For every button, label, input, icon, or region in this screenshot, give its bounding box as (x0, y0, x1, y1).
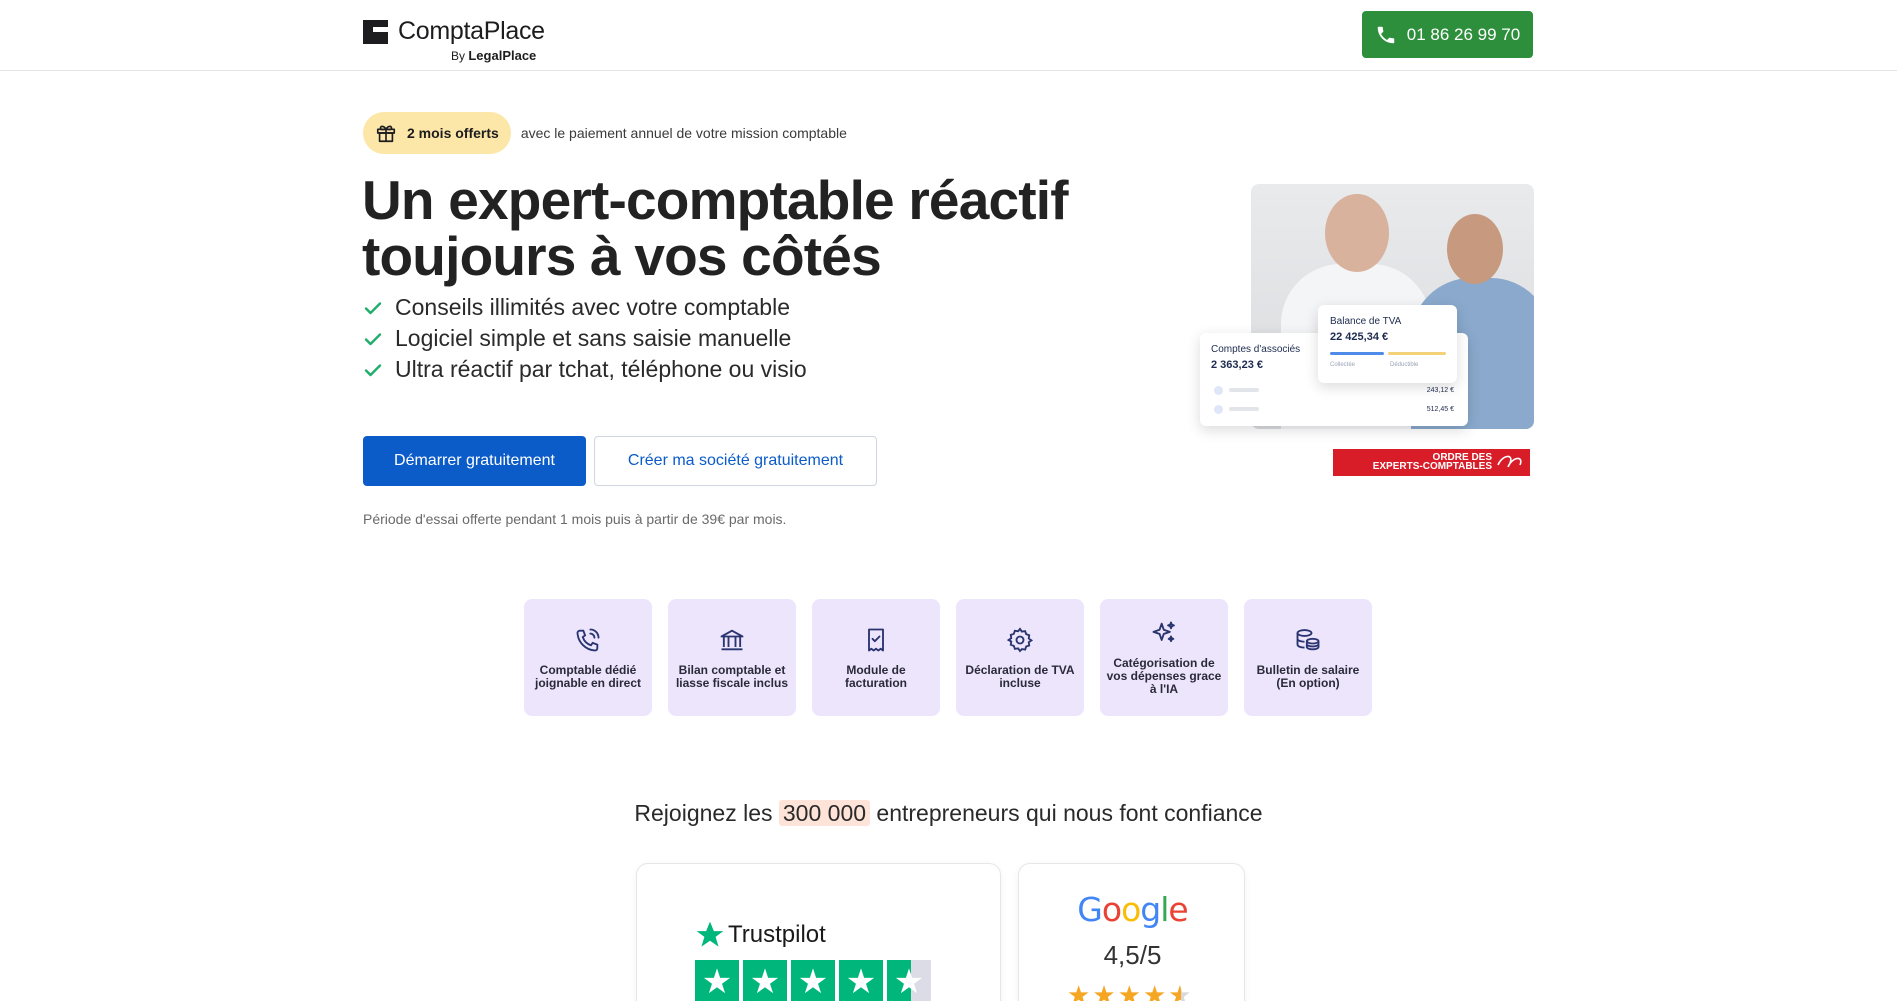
bank-icon (720, 629, 744, 650)
receipt-icon (868, 628, 884, 651)
features-row: Comptable dédié joignable en direct Bila… (524, 599, 1372, 716)
trustpilot-logo: Trustpilot (694, 919, 826, 951)
check-icon (364, 332, 382, 345)
create-company-button[interactable]: Créer ma société gratuitement (594, 436, 877, 486)
gift-icon (376, 125, 396, 143)
comptaplace-logo[interactable]: ComptaPlace By LegalPlace (363, 17, 545, 63)
parent-brand: LegalPlace (468, 48, 537, 63)
logo-mark-icon (363, 19, 388, 44)
star-icon: ★ (695, 960, 739, 1001)
brand-byline: By LegalPlace (451, 48, 537, 63)
phone-icon (1377, 26, 1395, 43)
trustpilot-card[interactable]: Trustpilot ★ ★ ★ ★ ★ (636, 863, 1001, 1001)
promo-badge: 2 mois offerts (363, 112, 511, 154)
gear-icon (1006, 626, 1034, 653)
star-icon: ★ (1067, 980, 1093, 1001)
check-icon (364, 363, 382, 376)
benefits-list: Conseils illimités avec votre comptable … (363, 292, 807, 385)
promo-banner: 2 mois offerts avec le paiement annuel d… (363, 112, 847, 154)
feature-card[interactable]: Catégorisation de vos dépenses grace à l… (1100, 599, 1228, 716)
trial-note: Période d'essai offerte pendant 1 mois p… (363, 511, 787, 527)
trustpilot-rating: ★ ★ ★ ★ ★ (695, 960, 931, 1001)
star-icon: ★ (1092, 980, 1118, 1001)
hero-title: Un expert-comptable réactif toujours à v… (362, 169, 1069, 287)
google-rating-stars: ★★★★★ (1067, 980, 1194, 1001)
star-icon: ★ (743, 960, 787, 1001)
google-logo: Google (1077, 890, 1188, 929)
transaction-row: 243,12 € (1214, 383, 1454, 397)
promo-text: avec le paiement annuel de votre mission… (520, 125, 847, 141)
site-header: ComptaPlace By LegalPlace 01 86 26 99 70 (0, 0, 1897, 71)
brand-name: ComptaPlace (398, 17, 545, 45)
benefit-item: Ultra réactif par tchat, téléphone ou vi… (363, 354, 807, 385)
feature-card[interactable]: Bulletin de salaire (En option) (1244, 599, 1372, 716)
half-star-icon: ★ (887, 960, 931, 1001)
sparkles-icon (1152, 621, 1175, 643)
benefit-item: Logiciel simple et sans saisie manuelle (363, 323, 807, 354)
feature-card[interactable]: Comptable dédié joignable en direct (524, 599, 652, 716)
star-icon: ★ (1142, 980, 1169, 1001)
half-star-icon: ★ (1168, 980, 1193, 1001)
phone-number: 01 86 26 99 70 (1406, 24, 1521, 44)
vat-balance-card: Balance de TVA 22 425,34 € Collectée Déd… (1318, 305, 1457, 383)
phone-call-icon (576, 628, 600, 651)
phone-button[interactable]: 01 86 26 99 70 (1362, 11, 1533, 58)
google-score: 4,5/5 (1103, 940, 1162, 970)
feature-card[interactable]: Déclaration de TVA incluse (956, 599, 1084, 716)
star-icon: ★ (1117, 980, 1143, 1001)
ordre-experts-comptables-logo: ORDRE DES EXPERTS-COMPTABLES (1333, 449, 1530, 476)
check-icon (364, 301, 382, 314)
coins-icon (1296, 628, 1320, 650)
star-icon: ★ (839, 960, 883, 1001)
start-free-button[interactable]: Démarrer gratuitement (363, 436, 586, 486)
person-head (1447, 214, 1503, 284)
feature-card[interactable]: Module de facturation (812, 599, 940, 716)
google-reviews-card[interactable]: Google 4,5/5 ★★★★★ (1018, 863, 1245, 1001)
transaction-row: 512,45 € (1214, 402, 1454, 416)
trust-heading: Rejoignez les 300 000 entrepreneurs qui … (634, 800, 1263, 826)
person-head (1325, 194, 1389, 272)
trustpilot-star-icon (696, 921, 724, 947)
feature-card[interactable]: Bilan comptable et liasse fiscale inclus (668, 599, 796, 716)
benefit-item: Conseils illimités avec votre comptable (363, 292, 807, 323)
customer-count: 300 000 (778, 800, 871, 826)
star-icon: ★ (791, 960, 835, 1001)
